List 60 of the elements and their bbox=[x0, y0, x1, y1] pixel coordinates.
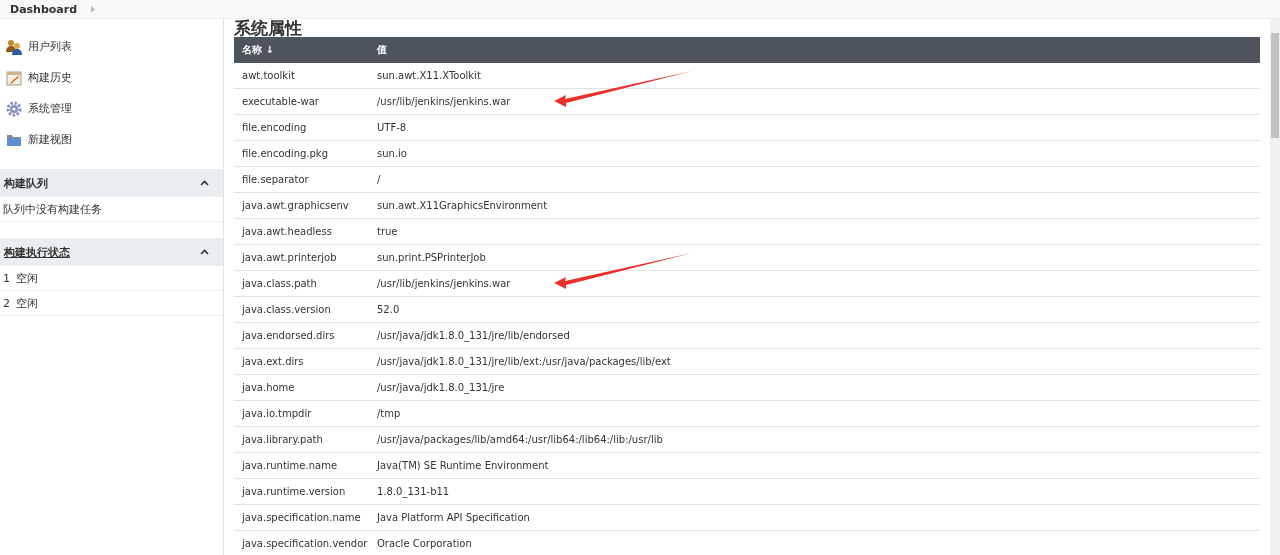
table-cell: awt.toolkit bbox=[242, 70, 295, 81]
table-cell: sun.awt.X11GraphicsEnvironment bbox=[377, 200, 548, 211]
table-cell: sun.io bbox=[377, 148, 407, 159]
sidebar-item[interactable]: 系统管理 bbox=[0, 93, 223, 124]
table-cell: /tmp bbox=[377, 408, 401, 419]
executor-status: 空闲 bbox=[16, 295, 38, 311]
table-cell: file.separator bbox=[242, 174, 309, 185]
executor-number: 1 bbox=[3, 271, 10, 285]
table-cell: /usr/java/packages/lib/amd64:/usr/lib64:/lib64:/lib:/usr/lib bbox=[377, 434, 663, 445]
executor-status: 空闲 bbox=[16, 270, 38, 286]
chevron-up-icon[interactable] bbox=[200, 180, 209, 186]
sidebar-item[interactable]: 用户列表 bbox=[0, 31, 223, 62]
table-cell: java.runtime.name bbox=[242, 460, 338, 471]
table-cell: file.encoding bbox=[242, 122, 307, 133]
table-cell: java.home bbox=[242, 382, 295, 393]
table-cell: Java Platform API Specification bbox=[377, 512, 530, 523]
users-icon bbox=[6, 38, 22, 55]
table-cell: 1.8.0_131-b11 bbox=[377, 486, 450, 497]
table-cell: true bbox=[377, 226, 398, 237]
table-cell: executable-war bbox=[242, 96, 319, 107]
table-cell: sun.awt.X11.XToolkit bbox=[377, 70, 481, 81]
table-cell: Java(TM) SE Runtime Environment bbox=[377, 460, 549, 471]
table-cell: java.awt.printerjob bbox=[242, 252, 337, 263]
sidebar-item[interactable]: 构建历史 bbox=[0, 62, 223, 93]
caret-icon bbox=[91, 5, 96, 13]
executor-number: 2 bbox=[3, 296, 10, 310]
sidebar-item[interactable]: 新建视图 bbox=[0, 124, 223, 155]
table-cell: Oracle Corporation bbox=[377, 538, 472, 549]
chevron-up-icon[interactable] bbox=[200, 249, 209, 255]
table-cell: / bbox=[377, 174, 381, 185]
table-cell: java.awt.graphicsenv bbox=[242, 200, 349, 211]
table-cell: java.specification.name bbox=[242, 512, 361, 523]
table-cell: java.library.path bbox=[242, 434, 323, 445]
table-cell: java.class.version bbox=[242, 304, 331, 315]
gear-icon bbox=[6, 100, 22, 117]
table-cell: 52.0 bbox=[377, 304, 400, 315]
table-cell: UTF-8 bbox=[377, 122, 407, 133]
table-cell: sun.print.PSPrinterJob bbox=[377, 252, 486, 263]
table-cell: /usr/java/jdk1.8.0_131/jre/lib/ext:/usr/java/packages/lib/ext bbox=[377, 356, 671, 367]
table-cell: java.runtime.version bbox=[242, 486, 346, 497]
table-cell: java.awt.headless bbox=[242, 226, 332, 237]
column-header[interactable]: 名称 ↓ bbox=[234, 43, 377, 57]
table-cell: /usr/lib/jenkins/jenkins.war bbox=[377, 96, 511, 107]
table-cell: file.encoding.pkg bbox=[242, 148, 328, 159]
table-cell: java.io.tmpdir bbox=[242, 408, 312, 419]
table-cell: /usr/java/jdk1.8.0_131/jre bbox=[377, 382, 505, 393]
column-header[interactable]: 值 bbox=[377, 43, 1260, 57]
section-title[interactable]: 构建执行状态 bbox=[4, 244, 70, 260]
table-cell: /usr/lib/jenkins/jenkins.war bbox=[377, 278, 511, 289]
table-cell: java.ext.dirs bbox=[242, 356, 304, 367]
breadcrumb-link[interactable]: Dashboard bbox=[10, 2, 78, 16]
section-title: 构建队列 bbox=[4, 175, 48, 191]
notepad-icon bbox=[6, 69, 22, 86]
table-cell: java.specification.vendor bbox=[242, 538, 368, 549]
table-cell: /usr/java/jdk1.8.0_131/jre/lib/endorsed bbox=[377, 330, 570, 341]
table-cell: java.class.path bbox=[242, 278, 317, 289]
scrollbar-thumb[interactable] bbox=[1271, 33, 1279, 138]
queue-message: 队列中没有构建任务 bbox=[3, 201, 102, 217]
table-cell: java.endorsed.dirs bbox=[242, 330, 335, 341]
page-title: 系统属性 bbox=[234, 19, 303, 37]
